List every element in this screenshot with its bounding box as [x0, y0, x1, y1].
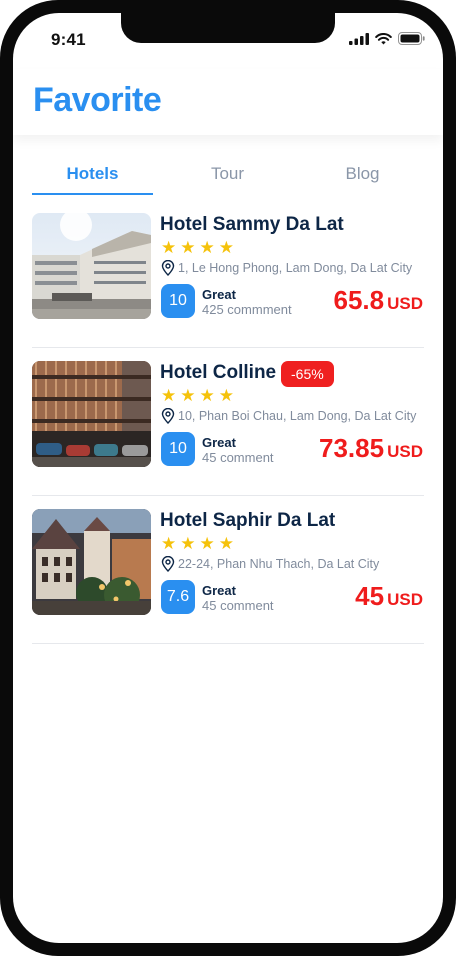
- page-header: Favorite: [13, 69, 443, 135]
- location-pin-icon: [161, 556, 175, 572]
- address-text: 1, Le Hong Phong, Lam Dong, Da Lat City: [178, 261, 413, 275]
- tab-hotels[interactable]: Hotels: [32, 159, 153, 195]
- star-rating: ★★★★: [161, 386, 238, 405]
- price-currency: USD: [387, 442, 423, 461]
- hotel-address: 22-24, Phan Nhu Thach, Da Lat City: [161, 556, 379, 572]
- page-title: Favorite: [33, 81, 162, 119]
- comment-count: 45 comment: [202, 598, 274, 613]
- app-screen: 9:41 Favorite Hotels Tour Blog Hotel Sam…: [13, 13, 443, 943]
- hotel-photo: [32, 361, 151, 467]
- tab-tour[interactable]: Tour: [167, 159, 288, 193]
- status-time: 9:41: [51, 30, 86, 49]
- tab-bar: Hotels Tour Blog: [32, 159, 424, 195]
- price-currency: USD: [387, 294, 423, 313]
- cellular-signal-icon: [349, 32, 369, 45]
- battery-icon: [398, 32, 425, 45]
- discount-badge: -65%: [281, 361, 334, 387]
- price-value: 65.8: [333, 285, 385, 315]
- hotel-price: 65.8 USD: [333, 285, 423, 316]
- wifi-icon: [375, 32, 392, 44]
- device-notch: [121, 13, 335, 43]
- hotel-photo: [32, 509, 151, 615]
- price-value: 73.85: [319, 433, 385, 463]
- rating-label: Great: [202, 287, 236, 302]
- phone-frame: 9:41 Favorite Hotels Tour Blog Hotel Sam…: [0, 0, 456, 956]
- favorite-hotel-list: Hotel Sammy Da Lat ★★★★ 1, Le Hong Phong…: [32, 213, 424, 644]
- hotel-name: Hotel Sammy Da Lat: [160, 214, 344, 235]
- hotel-card[interactable]: Hotel Saphir Da Lat ★★★★ 22-24, Phan Nhu…: [32, 509, 424, 644]
- hotel-name: Hotel Colline: [160, 362, 277, 383]
- review-score-badge: 7.6: [161, 580, 195, 614]
- hotel-address: 10, Phan Boi Chau, Lam Dong, Da Lat City: [161, 408, 416, 424]
- location-pin-icon: [161, 260, 175, 276]
- location-pin-icon: [161, 408, 175, 424]
- status-icons: [349, 32, 425, 45]
- hotel-price: 73.85 USD: [319, 433, 423, 464]
- hotel-price: 45 USD: [355, 581, 423, 612]
- price-value: 45: [355, 581, 385, 611]
- tab-blog[interactable]: Blog: [302, 159, 423, 193]
- hotel-address: 1, Le Hong Phong, Lam Dong, Da Lat City: [161, 260, 412, 276]
- star-rating: ★★★★: [161, 238, 238, 257]
- price-currency: USD: [387, 590, 423, 609]
- hotel-photo: [32, 213, 151, 319]
- rating-label: Great: [202, 583, 236, 598]
- hotel-card[interactable]: Hotel Colline -65% ★★★★ 10, Phan Boi Cha…: [32, 361, 424, 496]
- address-text: 10, Phan Boi Chau, Lam Dong, Da Lat City: [178, 409, 417, 423]
- comment-count: 45 comment: [202, 450, 274, 465]
- star-rating: ★★★★: [161, 534, 238, 553]
- rating-label: Great: [202, 435, 236, 450]
- address-text: 22-24, Phan Nhu Thach, Da Lat City: [178, 557, 380, 571]
- review-score-badge: 10: [161, 432, 195, 466]
- comment-count: 425 commment: [202, 302, 292, 317]
- hotel-card[interactable]: Hotel Sammy Da Lat ★★★★ 1, Le Hong Phong…: [32, 213, 424, 348]
- hotel-name: Hotel Saphir Da Lat: [160, 510, 336, 531]
- review-score-badge: 10: [161, 284, 195, 318]
